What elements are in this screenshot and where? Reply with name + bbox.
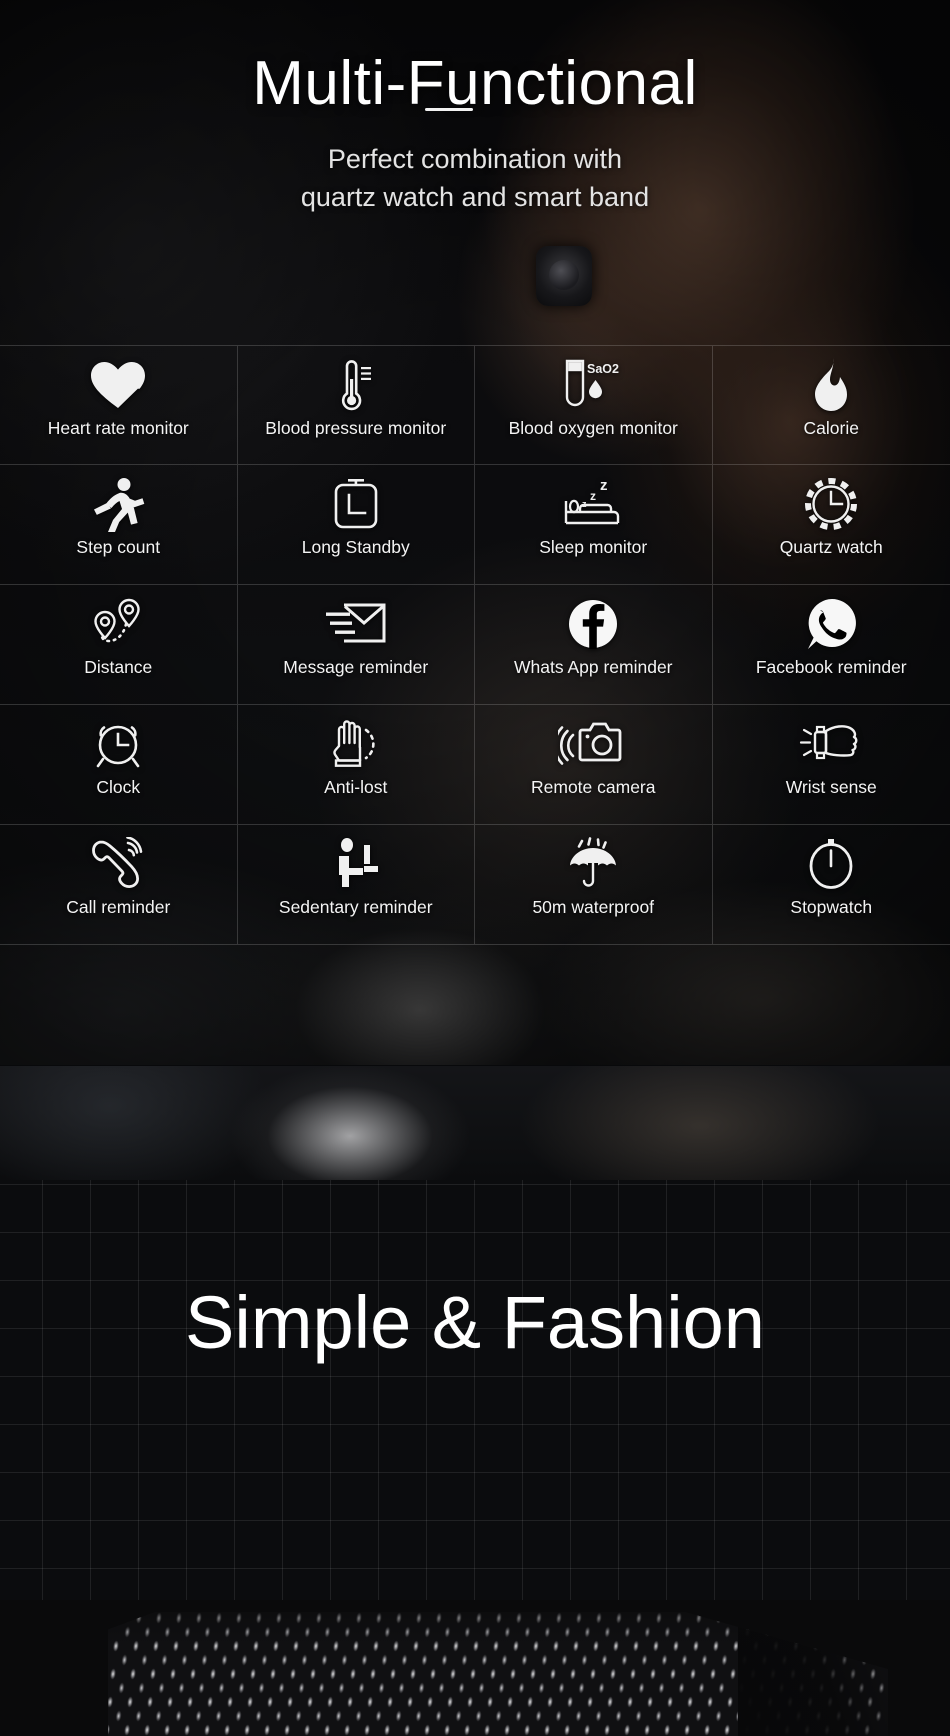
feature-cell[interactable]: Quartz watch (712, 465, 950, 585)
feature-cell[interactable]: Facebook reminder (712, 585, 950, 705)
feature-label: Facebook reminder (755, 657, 907, 677)
feature-label: Message reminder (283, 657, 429, 677)
feature-cell[interactable]: Sedentary reminder (237, 825, 475, 945)
heart-pulse-icon (89, 354, 147, 416)
whatsapp-bubble-icon (804, 593, 858, 655)
alarm-clock-icon (90, 713, 146, 775)
feature-cell[interactable]: Wrist sense (712, 705, 950, 825)
studded-panel (108, 1612, 888, 1736)
feature-cell[interactable]: Message reminder (237, 585, 475, 705)
zzz-large: z (600, 477, 608, 494)
feature-label: 50m waterproof (532, 897, 655, 917)
feature-label: Calorie (803, 418, 859, 438)
zzz-mid: z (590, 489, 596, 503)
feature-cell[interactable]: Calorie (712, 345, 950, 465)
feature-label: Long Standby (301, 537, 410, 557)
feature-label: Wrist sense (785, 777, 877, 797)
flame-icon (809, 354, 853, 416)
stopwatch-icon (805, 833, 857, 895)
umbrella-rain-icon (562, 833, 624, 895)
wrist-watch-fist-icon (793, 713, 869, 775)
battery-clock-icon (330, 473, 382, 535)
studded-top-fade (108, 1612, 888, 1736)
fashion-title: Simple & Fashion (185, 1281, 765, 1365)
title-divider (425, 108, 473, 111)
test-tube-sao2-icon: SaO2 (557, 354, 629, 416)
feature-cell[interactable]: Anti-lost (237, 705, 475, 825)
feature-cell[interactable]: Call reminder (0, 825, 238, 945)
feature-label: Call reminder (66, 897, 171, 917)
open-hand-icon (326, 713, 386, 775)
running-person-icon (90, 473, 146, 535)
quartz-dial-icon (803, 473, 859, 535)
hero-section: Multi-Functional Perfect combination wit… (0, 0, 950, 1065)
bed-zzz-icon: z z z (556, 473, 630, 535)
feature-cell[interactable]: SaO2 Blood oxygen monitor (475, 345, 713, 465)
feature-label: Distance (84, 657, 153, 677)
hero-subtitle-line-1: Perfect combination with (327, 144, 623, 174)
feature-cell[interactable]: Remote camera (475, 705, 713, 825)
feature-cell[interactable]: z z z Sleep monitor (475, 465, 713, 585)
sitting-person-icon (328, 833, 384, 895)
feature-cell[interactable]: 50m waterproof (475, 825, 713, 945)
envelope-speed-icon (322, 593, 390, 655)
feature-cell[interactable]: Distance (0, 585, 238, 705)
feature-label: Clock (96, 777, 141, 797)
feature-label: Sleep monitor (539, 537, 648, 557)
feature-label: Quartz watch (779, 537, 883, 557)
hero-subtitle-line-2: quartz watch and smart band (300, 182, 650, 212)
feature-label: Sedentary reminder (278, 897, 433, 917)
product-feature-page: Multi-Functional Perfect combination wit… (0, 0, 950, 1736)
feature-cell[interactable]: Clock (0, 705, 238, 825)
fashion-top-photo-strip (0, 1066, 950, 1180)
feature-label: Blood pressure monitor (265, 418, 447, 438)
feature-label: Heart rate monitor (47, 418, 189, 438)
thermometer-icon (333, 354, 379, 416)
feature-cell[interactable]: Whats App reminder (475, 585, 713, 705)
camera-wireless-icon (558, 713, 628, 775)
feature-label: Step count (76, 537, 161, 557)
phone-ringing-icon (88, 833, 148, 895)
map-pins-path-icon (86, 593, 150, 655)
product-watch-on-wrist (536, 246, 592, 306)
feature-label: Blood oxygen monitor (508, 418, 678, 438)
feature-cell[interactable]: Long Standby (237, 465, 475, 585)
hero-subtitle: Perfect combination with quartz watch an… (0, 140, 950, 216)
feature-cell[interactable]: Heart rate monitor (0, 345, 238, 465)
feature-label: Whats App reminder (513, 657, 673, 677)
feature-label: Anti-lost (324, 777, 388, 797)
feature-cell[interactable]: Stopwatch (712, 825, 950, 945)
page-title: Multi-Functional (252, 48, 698, 118)
feature-cell[interactable]: Step count (0, 465, 238, 585)
sao2-label: SaO2 (587, 362, 619, 376)
feature-label: Remote camera (531, 777, 656, 797)
feature-grid: Heart rate monitor Blood pressure monito… (0, 345, 950, 945)
facebook-circle-icon (567, 593, 619, 655)
feature-cell[interactable]: Blood pressure monitor (237, 345, 475, 465)
feature-label: Stopwatch (790, 897, 873, 917)
studded-texture-photo (0, 1600, 950, 1736)
